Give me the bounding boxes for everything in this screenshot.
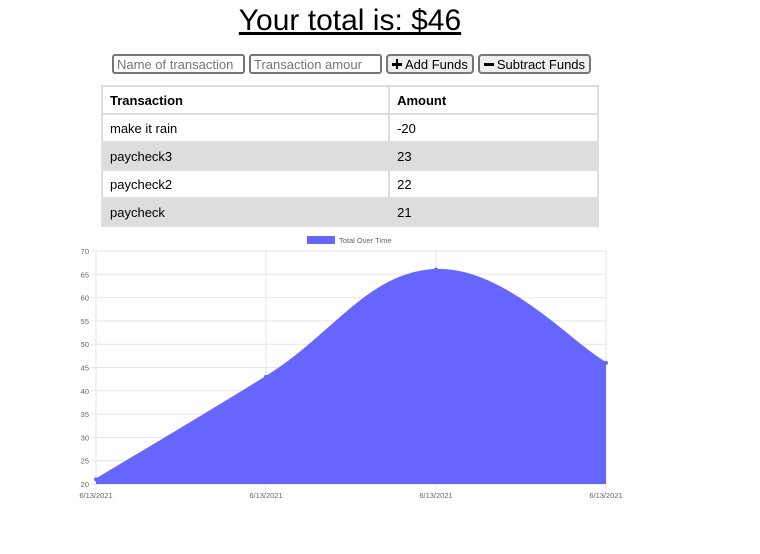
transaction-name: paycheck [103, 199, 389, 225]
transaction-amount: 22 [390, 171, 597, 197]
transaction-amount: -20 [390, 115, 597, 141]
y-tick-label: 60 [81, 294, 89, 303]
table-header-row: Transaction Amount [103, 87, 597, 113]
total-heading: Your total is: $46 [238, 4, 462, 37]
y-tick-label: 50 [81, 340, 89, 349]
y-tick-label: 55 [81, 317, 89, 326]
y-tick-label: 70 [81, 247, 89, 256]
data-point [94, 477, 98, 482]
legend-swatch [307, 236, 335, 244]
table-row: make it rain -20 [103, 115, 597, 141]
series-area [96, 269, 606, 484]
header-amount: Amount [390, 87, 597, 113]
legend-label: Total Over Time [339, 236, 392, 245]
y-tick-label: 35 [81, 410, 89, 419]
data-point [434, 267, 438, 272]
x-tick-label: 6/13/2021 [79, 491, 112, 500]
add-funds-label: Add Funds [405, 56, 468, 72]
subtract-funds-button[interactable]: Subtract Funds [477, 54, 592, 74]
subtract-funds-label: Subtract Funds [496, 56, 586, 72]
table-row: paycheck3 23 [103, 143, 597, 169]
minus-icon [483, 59, 494, 69]
table-row: paycheck 21 [103, 199, 597, 225]
y-tick-label: 40 [81, 387, 89, 396]
transaction-amount-input[interactable] [249, 54, 382, 74]
transactions-table: Transaction Amount make it rain -20 payc… [101, 85, 599, 227]
data-point [264, 374, 268, 379]
y-tick-label: 65 [81, 270, 89, 279]
y-tick-label: 25 [81, 457, 89, 466]
transaction-name: paycheck3 [103, 143, 389, 169]
total-over-time-chart: 20 25 30 35 40 45 50 55 60 65 70 6/13/2021 6/13/2021… [79, 236, 623, 500]
transaction-name-input[interactable] [112, 54, 245, 74]
x-tick-label: 6/13/2021 [589, 491, 622, 500]
x-tick-label: 6/13/2021 [419, 491, 452, 500]
transaction-name: paycheck2 [103, 171, 389, 197]
transaction-name: make it rain [103, 115, 389, 141]
transaction-amount: 23 [390, 143, 597, 169]
transaction-form: Add Funds Subtract Funds [112, 54, 592, 74]
header-transaction: Transaction [103, 87, 389, 113]
y-tick-label: 20 [81, 480, 89, 489]
plus-icon [392, 59, 402, 69]
table-row: paycheck2 22 [103, 171, 597, 197]
y-tick-label: 45 [81, 364, 89, 373]
data-point [604, 360, 608, 365]
y-tick-label: 30 [81, 433, 89, 442]
transaction-amount: 21 [390, 199, 597, 225]
add-funds-button[interactable]: Add Funds [386, 54, 474, 74]
x-tick-label: 6/13/2021 [249, 491, 282, 500]
